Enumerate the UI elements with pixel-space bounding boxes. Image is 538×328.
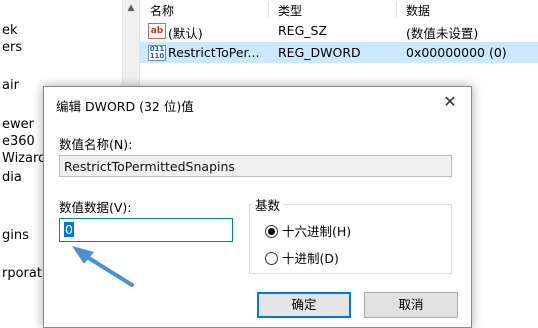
annotation-arrow-icon [72,246,134,287]
